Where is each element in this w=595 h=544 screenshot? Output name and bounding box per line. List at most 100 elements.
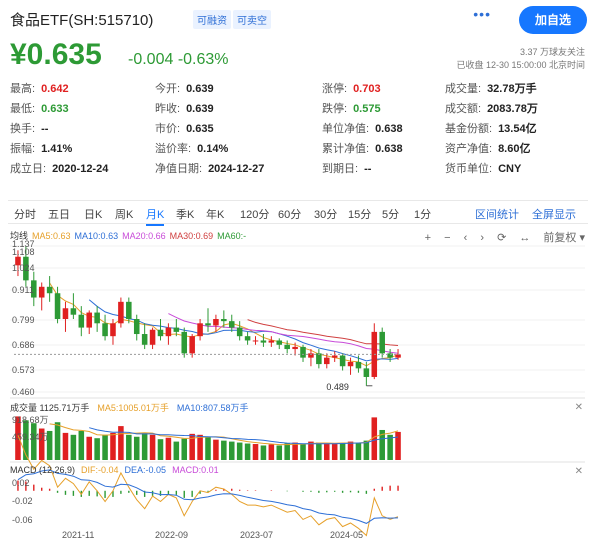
candle-body [78,314,85,328]
volume-bar [205,436,211,460]
volume-bar [157,439,164,460]
candle-body [46,286,53,294]
candle-body [133,319,140,335]
volume-bar [62,432,69,460]
macd-tick-label: -0.06 [12,515,33,525]
candle-body [141,334,148,345]
candle-body [363,368,370,377]
close-macd-icon[interactable]: ✕ [575,466,583,477]
volume-bar [221,440,227,460]
volume-bar [102,434,108,460]
candle-body [157,329,164,337]
volume-bar [149,434,156,460]
volume-tick-label: 459.34万 [12,432,49,442]
candle-body [268,340,275,343]
candle-body [252,340,259,342]
price-tick-label: 1.108 [12,247,35,257]
candle-body [379,331,385,354]
volume-bar [395,431,401,460]
candle-body [300,346,306,358]
volume-bar [284,443,290,460]
volume-bar [141,432,148,460]
volume-bar [268,444,275,460]
price-tick-label: 0.799 [12,315,35,325]
dea-line [17,469,399,524]
volume-bar [126,434,132,460]
price-tick-label: 1.024 [12,263,35,273]
volume-bar [331,444,338,460]
legend-item: MA5:1005.01万手 [97,403,169,413]
volume-bar [118,426,124,460]
volume-bar [316,442,322,460]
x-tick-label: 2022-09 [155,530,188,540]
candle-body [260,340,267,343]
candle-body [276,340,283,345]
volume-bar [70,434,77,460]
legend-item: MA10:807.58万手 [176,403,249,413]
candle-body [236,327,243,337]
candle-body [221,319,227,322]
candle-body [149,329,156,345]
candle-body [181,331,188,354]
legend-item: MACD (12,26,9) [10,465,76,475]
volume-bar [292,442,298,460]
volume-bar [110,432,116,460]
volume-bar [347,441,354,460]
legend-item: MACD:0.01 [172,465,219,475]
candle-body [38,286,45,298]
volume-bar [228,441,235,460]
volume-bar [236,442,243,460]
candle-body [126,301,132,319]
candle-body [86,312,92,328]
volume-bar [324,443,330,460]
volume-bar [260,445,267,460]
x-tick-label: 2021-11 [62,530,94,540]
price-tick-label: 0.686 [12,340,35,350]
candle-body [173,327,180,332]
macd-tick-label: -0.02 [12,496,33,506]
volume-bar [244,443,251,460]
legend-item: DIF:-0.04 [81,465,119,475]
low-label: 0.489 [326,382,349,392]
candle-body [324,357,330,365]
legend-item: DEA:-0.05 [124,465,167,475]
macd-legend: MACD (12,26,9) DIF:-0.04 DEA:-0.05 MACD:0.0… [10,465,225,475]
volume-bar [86,436,92,460]
candle-body [355,361,362,369]
volume-bar [54,422,61,460]
price-tick-label: 0.573 [12,365,35,375]
volume-bar [165,437,172,460]
candle-body [339,355,346,367]
volume-bar [133,436,140,460]
candle-body [316,353,322,365]
candle-body [165,327,172,337]
candle-body [62,308,69,319]
candle-body [228,321,235,328]
macd-tick-label: 0.02 [12,478,30,488]
candle-body [94,312,100,324]
price-tick-label: 0.460 [12,387,35,397]
volume-bar [308,441,314,460]
candle-body [213,319,219,326]
candle-body [292,346,298,350]
kline-chart[interactable]: 1.1371.1081.0240.9110.7990.6860.5730.460… [0,0,595,544]
candle-body [110,323,116,337]
candle-body [70,308,77,315]
candle-body [54,293,61,319]
volume-bar [300,444,306,460]
x-tick-label: 2023-07 [240,530,273,540]
price-tick-label: 0.911 [12,285,34,295]
volume-bar [94,438,100,460]
close-volume-icon[interactable]: ✕ [575,402,583,413]
candle-body [284,344,290,350]
volume-legend: 成交量 1125.71万手 MA5:1005.01万手 MA10:807.58万手 [10,401,256,414]
volume-bar [252,444,259,460]
candle-body [244,336,251,341]
volume-bar [181,438,188,460]
volume-bar [355,442,362,460]
legend-item: 成交量 1125.71万手 [10,403,90,413]
volume-bar [213,439,219,460]
volume-bar [173,441,180,460]
candle-body [347,361,354,367]
volume-bar [78,430,85,460]
